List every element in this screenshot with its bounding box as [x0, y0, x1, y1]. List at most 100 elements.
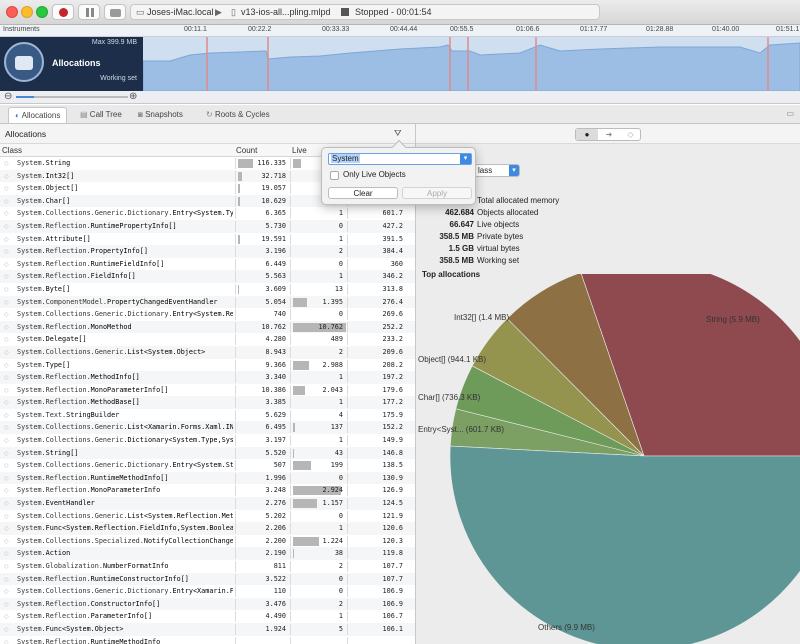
table-row[interactable]: ◇ System.EventHandler 2.276 1.157 124.5	[0, 497, 415, 510]
table-row[interactable]: ◇ System.Func<System.Object> 1.924 5 106.1	[0, 622, 415, 636]
row-disclosure-icon[interactable]: ◇	[4, 550, 9, 557]
target-name[interactable]: v13-ios-all...pling.mlpd	[241, 7, 331, 17]
table-row[interactable]: ◇ System.Collections.Generic.Dictionary<S…	[0, 434, 415, 447]
target-path-bar[interactable]: ▭ Joses-iMac.local ▶ ▯ v13-ios-all...pli…	[130, 4, 600, 20]
table-row[interactable]: ◇ System.Reflection.MonoParameterInfo 3.24…	[0, 484, 415, 497]
pie-slice[interactable]	[449, 445, 800, 644]
row-disclosure-icon[interactable]: ◇	[4, 160, 9, 167]
info-icon[interactable]: ●	[576, 129, 598, 140]
table-row[interactable]: ◇ System.Reflection.RuntimeFieldInfo[] 6.4…	[0, 258, 415, 271]
table-row[interactable]: ◇ System.Text.StringBuilder 5.629 4 175.9	[0, 409, 415, 422]
row-disclosure-icon[interactable]: ◇	[4, 299, 9, 306]
row-disclosure-icon[interactable]: ◇	[4, 500, 9, 507]
row-disclosure-icon[interactable]: ◇	[4, 286, 9, 293]
table-row[interactable]: ◇ System.Collections.Generic.Dictionary.E…	[0, 585, 415, 598]
row-disclosure-icon[interactable]: ◇	[4, 563, 9, 570]
row-disclosure-icon[interactable]: ◇	[4, 349, 9, 356]
table-row[interactable]: ◇ System.Collections.Generic.Dictionary.E…	[0, 308, 415, 321]
row-disclosure-icon[interactable]: ◇	[4, 324, 9, 331]
row-disclosure-icon[interactable]: ◇	[4, 576, 9, 583]
table-row[interactable]: ◇ System.Attribute[] 19.591 1 391.5	[0, 233, 415, 246]
close-window-button[interactable]	[6, 6, 18, 18]
table-row[interactable]: ◇ System.Type[] 9.366 2.988 208.2	[0, 359, 415, 372]
row-disclosure-icon[interactable]: ◇	[4, 538, 9, 545]
zoom-in-icon[interactable]: ⊕	[129, 91, 137, 102]
sidebar-toggle-icon[interactable]: ▭	[786, 109, 794, 118]
cube-icon[interactable]: ◇	[620, 129, 641, 140]
table-row[interactable]: ◇ System.ComponentModel.PropertyChangedEv…	[0, 295, 415, 309]
chevron-down-icon[interactable]: ▾	[460, 154, 471, 164]
tab-snapshots[interactable]: ◙ Snapshots	[138, 107, 183, 123]
table-row[interactable]: ◇ System.Globalization.NumberFormatInfo 81…	[0, 560, 415, 573]
table-row[interactable]: ◇ System.Byte[] 3.609 13 313.8	[0, 283, 415, 296]
table-row[interactable]: ◇ System.Reflection.RuntimePropertyInfo[]…	[0, 219, 415, 233]
tab-roots-cycles[interactable]: ↻ Roots & Cycles	[206, 107, 270, 123]
row-disclosure-icon[interactable]: ◇	[4, 437, 9, 444]
group-by-select[interactable]: lass ▾	[474, 164, 520, 177]
table-row[interactable]: ◇ System.Reflection.ConstructorInfo[] 3.47…	[0, 597, 415, 611]
table-row[interactable]: ◇ System.Collections.Generic.List<Xamarin…	[0, 421, 415, 435]
row-disclosure-icon[interactable]: ◇	[4, 412, 9, 419]
snapshot-button[interactable]	[104, 4, 126, 20]
zoom-window-button[interactable]	[36, 6, 48, 18]
row-disclosure-icon[interactable]: ◇	[4, 601, 9, 608]
device-name[interactable]: Joses-iMac.local	[147, 7, 214, 17]
row-disclosure-icon[interactable]: ◇	[4, 613, 9, 620]
stack-trace-icon[interactable]: ➜	[598, 129, 620, 140]
breadcrumb[interactable]: Allocations	[5, 129, 46, 139]
table-row[interactable]: ◇ System.Reflection.MethodInfo[] 3.340 1 197…	[0, 371, 415, 384]
row-disclosure-icon[interactable]: ◇	[4, 311, 9, 318]
table-row[interactable]: ◇ System.Reflection.MonoParameterInfo[] 10…	[0, 384, 415, 397]
table-row[interactable]: ◇ System.Reflection.MethodBase[] 3.385 1 177…	[0, 396, 415, 409]
filter-input-text[interactable]: System	[331, 154, 360, 163]
table-row[interactable]: ◇ System.Delegate[] 4.280 489 233.2	[0, 333, 415, 346]
table-row[interactable]: ◇ System.Reflection.ParameterInfo[] 4.490 1…	[0, 610, 415, 623]
row-disclosure-icon[interactable]: ◇	[4, 261, 9, 268]
row-disclosure-icon[interactable]: ◇	[4, 513, 9, 520]
record-button[interactable]	[52, 4, 74, 20]
column-class[interactable]: Class	[2, 146, 22, 155]
pause-button[interactable]	[78, 4, 100, 20]
tab-allocations[interactable]: ◐ Allocations	[8, 107, 68, 123]
table-row[interactable]: ◇ System.Reflection.FieldInfo[] 5.563 1 346.…	[0, 270, 415, 283]
table-row[interactable]: ◇ System.Collections.Generic.Dictionary.E…	[0, 459, 415, 472]
row-disclosure-icon[interactable]: ◇	[4, 236, 9, 243]
tab-call-tree[interactable]: ▤ Call Tree	[80, 107, 122, 123]
row-disclosure-icon[interactable]: ◇	[4, 374, 9, 381]
column-count[interactable]: Count	[236, 146, 257, 155]
apply-button[interactable]: Apply	[402, 187, 472, 199]
clear-button[interactable]: Clear	[328, 187, 398, 199]
table-row[interactable]: ◇ System.Collections.Generic.List<System.…	[0, 510, 415, 523]
row-disclosure-icon[interactable]: ◇	[4, 588, 9, 595]
row-disclosure-icon[interactable]: ◇	[4, 450, 9, 457]
row-disclosure-icon[interactable]: ◇	[4, 475, 9, 482]
table-row[interactable]: ◇ System.Reflection.PropertyInfo[] 3.196 2 3…	[0, 245, 415, 258]
track-header[interactable]: Max 399.9 MB Allocations Working set	[0, 37, 143, 91]
table-row[interactable]: ◇ System.Reflection.RuntimeMethodInfo	[0, 636, 415, 644]
table-row[interactable]: ◇ System.Reflection.RuntimeConstructorInf…	[0, 572, 415, 586]
table-row[interactable]: ◇ System.Func<System.Reflection.FieldInfo…	[0, 522, 415, 535]
table-row[interactable]: ◇ System.Collections.Generic.List<System.…	[0, 345, 415, 359]
minimize-window-button[interactable]	[21, 6, 33, 18]
row-disclosure-icon[interactable]: ◇	[4, 387, 9, 394]
column-live[interactable]: Live	[292, 146, 307, 155]
row-disclosure-icon[interactable]: ◇	[4, 173, 9, 180]
table-row[interactable]: ◇ System.Reflection.RuntimeMethodInfo[] 1.…	[0, 471, 415, 485]
table-row[interactable]: ◇ System.Collections.Specialized.NotifyCo…	[0, 535, 415, 548]
row-disclosure-icon[interactable]: ◇	[4, 424, 9, 431]
table-row[interactable]: ◇ System.Reflection.MonoMethod 10.762 10.76…	[0, 320, 415, 334]
row-disclosure-icon[interactable]: ◇	[4, 525, 9, 532]
table-row[interactable]: ◇ System.Collections.Generic.Dictionary.E…	[0, 207, 415, 220]
row-disclosure-icon[interactable]: ◇	[4, 223, 9, 230]
zoom-slider[interactable]	[16, 96, 128, 98]
only-live-checkbox[interactable]	[330, 171, 339, 180]
filter-field[interactable]: System ▾	[328, 153, 472, 165]
zoom-out-icon[interactable]: ⊖	[4, 91, 12, 102]
row-disclosure-icon[interactable]: ◇	[4, 639, 9, 644]
row-disclosure-icon[interactable]: ◇	[4, 362, 9, 369]
table-row[interactable]: ◇ System.String[] 5.520 43 146.8	[0, 446, 415, 460]
row-disclosure-icon[interactable]: ◇	[4, 248, 9, 255]
row-disclosure-icon[interactable]: ◇	[4, 210, 9, 217]
table-row[interactable]: ◇ System.Action 2.190 38 119.8	[0, 547, 415, 560]
filter-icon[interactable]: ⛛	[394, 128, 402, 139]
